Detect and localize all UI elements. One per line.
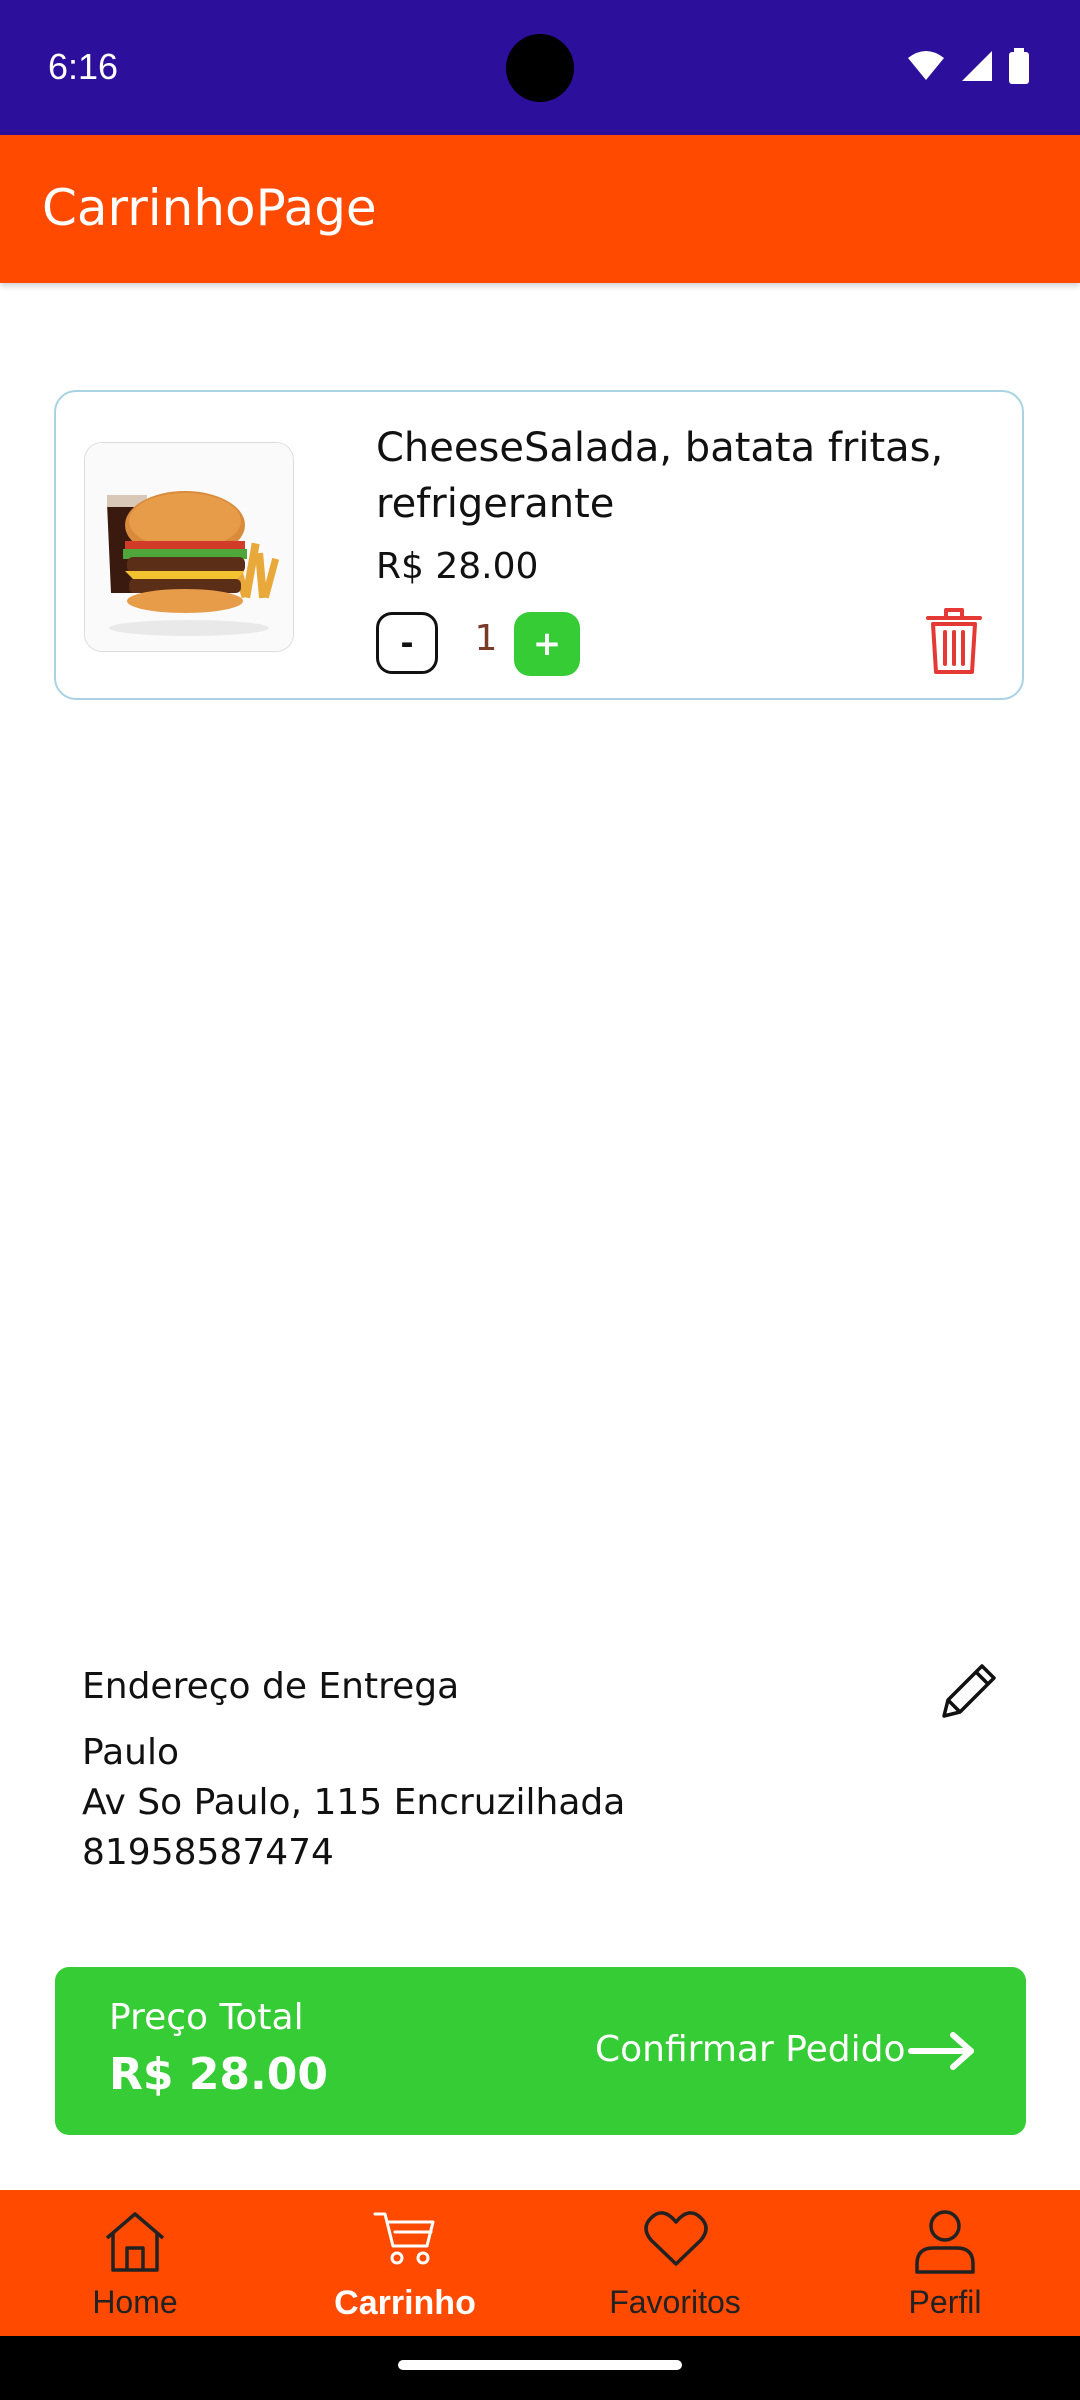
battery-icon — [1009, 48, 1029, 84]
nav-item-favoritos[interactable]: Favoritos — [540, 2190, 810, 2336]
item-name: CheeseSalada, batata fritas, refrigerant… — [376, 425, 944, 527]
nav-item-home[interactable]: Home — [0, 2190, 270, 2336]
decrease-quantity-button[interactable]: - — [376, 612, 438, 674]
burger-combo-image — [85, 443, 293, 651]
system-navigation-bar — [0, 2336, 1080, 2400]
quantity-value: 1 — [474, 618, 498, 659]
page-title: CarrinhoPage — [42, 179, 377, 237]
address-recipient-name: Paulo — [82, 1732, 179, 1773]
person-icon — [915, 2210, 975, 2274]
pencil-icon — [942, 1664, 996, 1718]
address-title: Endereço de Entrega — [82, 1666, 460, 1707]
nav-item-carrinho[interactable]: Carrinho — [270, 2190, 540, 2336]
nav-label-favoritos: Favoritos — [609, 2284, 741, 2320]
item-price: R$ 28.00 — [376, 546, 539, 587]
cart-item-card: CheeseSalada, batata fritas, refrigerant… — [54, 390, 1024, 700]
home-gesture-handle[interactable] — [398, 2360, 682, 2370]
nav-label-carrinho: Carrinho — [334, 2284, 476, 2322]
nav-item-perfil[interactable]: Perfil — [810, 2190, 1080, 2336]
app-bar: CarrinhoPage — [0, 135, 1080, 283]
status-bar: 6:16 — [0, 0, 1080, 135]
total-price-label: Preço Total — [109, 1997, 304, 2038]
cart-icon — [373, 2212, 435, 2265]
nav-label-perfil: Perfil — [908, 2284, 982, 2320]
confirm-order-button[interactable]: Confirmar Pedido — [595, 2029, 906, 2070]
edit-address-button[interactable] — [934, 1660, 1000, 1726]
status-icons — [906, 48, 1030, 84]
trash-icon — [926, 608, 982, 674]
status-time: 6:16 — [48, 46, 119, 87]
bottom-navigation: Home Carrinho Favoritos Perfil — [0, 2190, 1080, 2336]
heart-icon — [644, 2211, 708, 2266]
confirm-order-bar[interactable]: Preço Total R$ 28.00 Confirmar Pedido — [55, 1967, 1026, 2135]
arrow-right-icon — [908, 2032, 974, 2070]
increase-quantity-button[interactable]: + — [514, 612, 580, 676]
home-icon — [105, 2212, 165, 2272]
address-phone: 81958587474 — [82, 1832, 334, 1873]
total-price-value: R$ 28.00 — [109, 2049, 328, 2100]
nav-label-home: Home — [92, 2284, 178, 2320]
remove-item-button[interactable] — [924, 606, 984, 676]
product-image — [84, 442, 294, 652]
signal-icon — [962, 51, 992, 81]
address-street: Av So Paulo, 115 Encruzilhada — [82, 1782, 626, 1823]
camera-cutout — [506, 34, 574, 102]
delivery-address-section: Endereço de Entrega Paulo Av So Paulo, 1… — [82, 1660, 1012, 1890]
wifi-icon — [908, 51, 944, 80]
